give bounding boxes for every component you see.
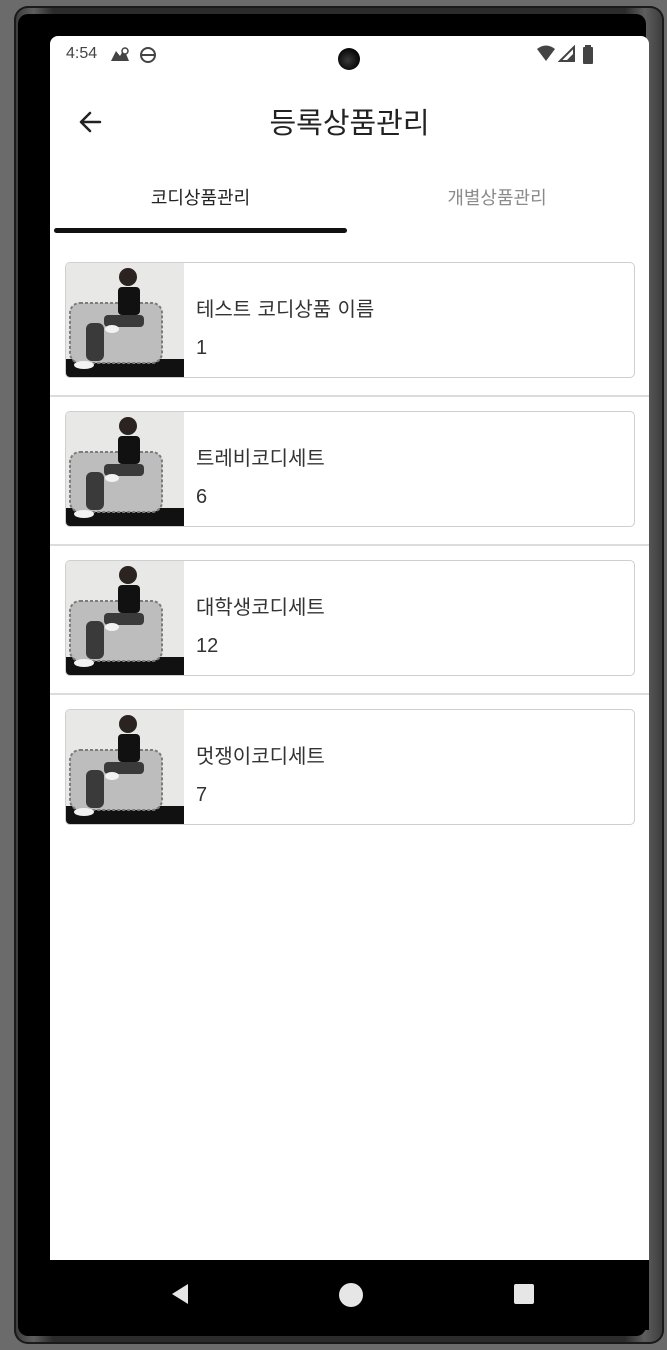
network-alert-icon [108, 45, 132, 69]
product-count: 12 [196, 635, 219, 657]
page-title: 등록상품관리 [269, 106, 430, 140]
battery-icon [582, 45, 594, 69]
nav-home-button[interactable] [338, 1282, 364, 1312]
system-nav-bar [50, 1260, 649, 1330]
product-thumbnail [66, 412, 184, 526]
product-name: 멋쟁이코디세트 [196, 744, 325, 768]
product-card: 대학생코디세트 12 [65, 560, 635, 676]
status-time: 4:54 [66, 45, 98, 62]
sync-icon [138, 45, 158, 69]
front-camera [338, 48, 360, 70]
product-thumbnail [66, 710, 184, 824]
list-item[interactable]: 트레비코디세트 6 [50, 397, 649, 546]
product-name: 트레비코디세트 [196, 446, 325, 470]
wifi-icon [536, 45, 556, 67]
back-triangle-icon [172, 1284, 188, 1304]
app-header: 등록상품관리 [50, 94, 649, 154]
nav-back-button[interactable] [168, 1282, 192, 1310]
product-card: 멋쟁이코디세트 7 [65, 709, 635, 825]
recents-square-icon [514, 1284, 534, 1304]
home-circle-icon [339, 1283, 363, 1307]
tab-coordi-products[interactable]: 코디상품관리 [54, 176, 347, 232]
product-thumbnail [66, 263, 184, 377]
list-item[interactable]: 테스트 코디상품 이름 1 [50, 248, 649, 397]
list-item[interactable]: 대학생코디세트 12 [50, 546, 649, 695]
product-list: 테스트 코디상품 이름 1 트레비코디세트 6 대학생코디세트 12 멋쟁이코디… [50, 248, 649, 842]
status-bar: 4:54 [50, 36, 649, 76]
app-screen: 4:54 등록상품관리 코디상품관리 개별상품관리 테스트 코디상품 이름 1 … [50, 36, 649, 1260]
tab-bar: 코디상품관리 개별상품관리 [50, 176, 649, 234]
product-count: 6 [196, 486, 208, 508]
tab-indicator [54, 228, 347, 233]
product-count: 1 [196, 337, 208, 359]
product-card: 테스트 코디상품 이름 1 [65, 262, 635, 378]
product-name: 대학생코디세트 [196, 595, 325, 619]
nav-recents-button[interactable] [512, 1282, 536, 1310]
product-card: 트레비코디세트 6 [65, 411, 635, 527]
cellular-icon [557, 44, 576, 67]
list-item[interactable]: 멋쟁이코디세트 7 [50, 695, 649, 842]
product-count: 7 [196, 784, 208, 806]
product-thumbnail [66, 561, 184, 675]
tab-individual-products[interactable]: 개별상품관리 [349, 176, 645, 232]
product-name: 테스트 코디상품 이름 [196, 297, 375, 321]
